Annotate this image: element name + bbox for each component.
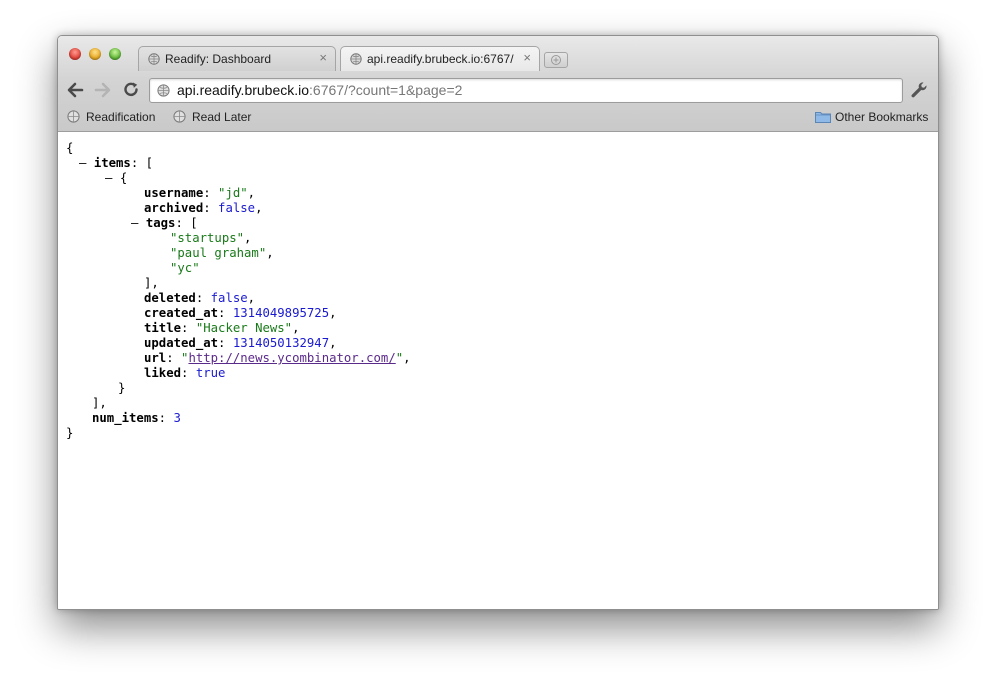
json-url-line: url: "http://news.ycombinator.com/", bbox=[144, 351, 411, 365]
json-key: items bbox=[93, 156, 131, 170]
json-title-line: title: "Hacker News", bbox=[144, 321, 300, 335]
json-updated-at-line: updated_at: 1314050132947, bbox=[144, 336, 337, 350]
globe-icon bbox=[173, 110, 186, 123]
json-tag-item: "startups", bbox=[170, 231, 252, 245]
plus-icon bbox=[551, 55, 561, 65]
window-close-button[interactable] bbox=[69, 48, 81, 60]
wrench-icon[interactable] bbox=[909, 80, 929, 100]
json-archived-line: archived: false, bbox=[144, 201, 263, 215]
window-minimize-button[interactable] bbox=[89, 48, 101, 60]
json-num-items-line: num_items: 3 bbox=[92, 411, 181, 425]
json-object-open-line: – { bbox=[105, 171, 128, 185]
close-icon[interactable]: × bbox=[523, 51, 531, 65]
window-zoom-button[interactable] bbox=[109, 48, 121, 60]
bookmark-readification[interactable]: Readification bbox=[67, 109, 162, 125]
bookmark-label: Read Later bbox=[192, 110, 252, 124]
bookmark-read-later[interactable]: Read Later bbox=[173, 109, 253, 125]
collapse-toggle[interactable]: – bbox=[131, 216, 138, 230]
json-username-line: username: "jd", bbox=[144, 186, 256, 200]
tab-api[interactable]: api.readify.brubeck.io:6767/ × bbox=[340, 46, 540, 71]
url-text: api.readify.brubeck.io:6767/?count=1&pag… bbox=[177, 79, 462, 102]
json-tag-item: "paul graham", bbox=[170, 246, 274, 260]
browser-window: Readify: Dashboard × api.readify.brubeck… bbox=[57, 35, 939, 610]
tab-readify-dashboard[interactable]: Readify: Dashboard × bbox=[138, 46, 336, 71]
json-tag-item: "yc" bbox=[170, 261, 200, 275]
json-object-close: } bbox=[118, 381, 126, 395]
new-tab-button[interactable] bbox=[544, 52, 568, 68]
browser-chrome: Readify: Dashboard × api.readify.brubeck… bbox=[58, 36, 938, 132]
json-items-close: ], bbox=[92, 396, 107, 410]
tab-label: Readify: Dashboard bbox=[165, 52, 272, 66]
globe-icon bbox=[67, 110, 80, 123]
collapse-toggle[interactable]: – bbox=[105, 171, 112, 185]
json-items-line: – items: [ bbox=[79, 156, 154, 170]
url-rest: :6767/?count=1&page=2 bbox=[309, 82, 463, 98]
forward-arrow-icon[interactable] bbox=[93, 80, 113, 100]
json-close-brace: } bbox=[66, 426, 74, 440]
globe-icon bbox=[157, 84, 170, 97]
json-open-brace: { bbox=[66, 141, 74, 155]
globe-icon bbox=[350, 53, 362, 65]
collapse-toggle[interactable]: – bbox=[79, 156, 86, 170]
json-liked-line: liked: true bbox=[144, 366, 226, 380]
url-link[interactable]: http://news.ycombinator.com/ bbox=[188, 351, 395, 365]
url-host: api.readify.brubeck.io bbox=[177, 82, 310, 98]
tab-label: api.readify.brubeck.io:6767/ bbox=[367, 52, 514, 66]
address-bar[interactable]: api.readify.brubeck.io:6767/?count=1&pag… bbox=[149, 78, 903, 103]
folder-icon bbox=[815, 112, 831, 123]
json-tags-close: ], bbox=[144, 276, 159, 290]
json-created-at-line: created_at: 1314049895725, bbox=[144, 306, 337, 320]
other-bookmarks[interactable]: Other Bookmarks bbox=[815, 109, 930, 125]
back-arrow-icon[interactable] bbox=[65, 80, 85, 100]
json-viewer: { – items: [ – { username: "jd", archive… bbox=[58, 132, 938, 609]
close-icon[interactable]: × bbox=[319, 51, 327, 65]
bookmark-label: Readification bbox=[86, 110, 156, 124]
other-bookmarks-label: Other Bookmarks bbox=[835, 110, 929, 124]
json-deleted-line: deleted: false, bbox=[144, 291, 256, 305]
globe-icon bbox=[148, 53, 160, 65]
reload-icon[interactable] bbox=[121, 80, 141, 100]
json-tags-line: – tags: [ bbox=[131, 216, 198, 230]
